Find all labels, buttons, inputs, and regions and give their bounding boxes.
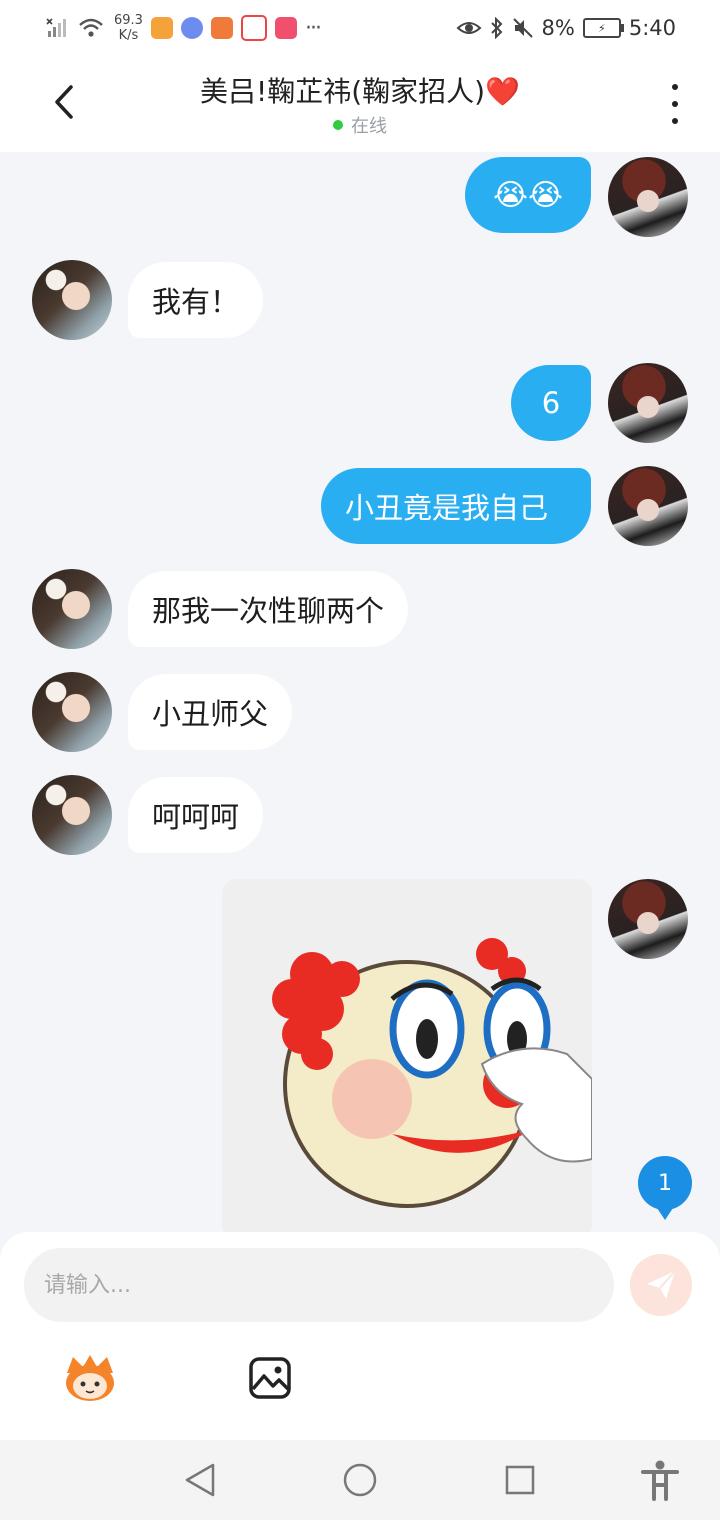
system-navigation-bar bbox=[0, 1440, 720, 1520]
news-app-icon bbox=[240, 15, 267, 41]
paper-plane-icon bbox=[647, 1270, 676, 1299]
nav-recents-button[interactable] bbox=[498, 1458, 542, 1502]
wifi-icon bbox=[79, 18, 103, 37]
my-avatar[interactable] bbox=[608, 879, 688, 959]
clock: 5:40 bbox=[628, 16, 676, 40]
status-left: 69.3 K/s ··· bbox=[46, 10, 322, 46]
image-picker-button[interactable] bbox=[240, 1348, 300, 1408]
my-avatar[interactable] bbox=[608, 363, 688, 443]
message-bubble-outgoing[interactable]: 😭😭 bbox=[465, 157, 591, 233]
eye-icon bbox=[456, 22, 481, 34]
my-avatar[interactable] bbox=[608, 466, 688, 546]
bluetooth-icon bbox=[490, 17, 502, 39]
more-notifications-icon: ··· bbox=[304, 15, 322, 41]
contact-avatar[interactable] bbox=[32, 775, 112, 855]
contact-avatar[interactable] bbox=[32, 672, 112, 752]
message-input[interactable] bbox=[24, 1248, 614, 1322]
more-dot-icon bbox=[672, 101, 678, 107]
online-dot-icon bbox=[333, 120, 343, 130]
shop-app-icon bbox=[274, 17, 297, 39]
video-app-icon bbox=[150, 17, 173, 39]
network-speed: 69.3 K/s bbox=[114, 13, 143, 43]
triangle-back-icon bbox=[185, 1463, 215, 1497]
more-dot-icon bbox=[672, 84, 678, 90]
circle-home-icon bbox=[343, 1463, 377, 1497]
network-speed-unit: K/s bbox=[118, 28, 139, 43]
contact-avatar[interactable] bbox=[32, 569, 112, 649]
nav-home-button[interactable] bbox=[338, 1458, 382, 1502]
battery-icon: ⚡ bbox=[582, 18, 624, 38]
message-list[interactable]: 😭😭 我有！ 6 小丑竟是我自己 那我一次性聊两个 小丑师父 呵呵呵 bbox=[0, 152, 720, 1232]
send-button[interactable] bbox=[630, 1254, 692, 1316]
cellular-signal-icon bbox=[46, 18, 66, 37]
battery-percent: 8% bbox=[541, 16, 575, 40]
online-status: 在线 bbox=[0, 112, 720, 138]
message-bubble-incoming[interactable]: 小丑师父 bbox=[128, 674, 293, 750]
square-recents-icon bbox=[505, 1465, 535, 1495]
accessibility-icon bbox=[641, 1460, 679, 1501]
network-speed-value: 69.3 bbox=[114, 13, 143, 28]
clown-sticker-message[interactable] bbox=[222, 879, 592, 1232]
media-app-icon bbox=[210, 17, 233, 39]
status-right: 8% ⚡ 5:40 bbox=[456, 12, 676, 44]
message-bubble-outgoing[interactable]: 小丑竟是我自己 bbox=[321, 468, 591, 544]
more-options-button[interactable] bbox=[660, 84, 690, 124]
nav-back-button[interactable] bbox=[178, 1458, 222, 1502]
status-bar: 69.3 K/s ··· 8% ⚡ 5:40 bbox=[0, 0, 720, 56]
accessibility-button[interactable] bbox=[638, 1458, 682, 1502]
chat-title: 美吕!鞠芷祎(鞠家招人)❤️ bbox=[200, 75, 520, 108]
image-icon bbox=[249, 1357, 291, 1399]
emoji-sticker-button[interactable] bbox=[60, 1348, 120, 1408]
contact-avatar[interactable] bbox=[32, 260, 112, 340]
chat-header: 美吕!鞠芷祎(鞠家招人)❤️ 在线 bbox=[0, 56, 720, 152]
unread-count-badge[interactable]: 1 bbox=[638, 1156, 692, 1220]
more-dot-icon bbox=[672, 118, 678, 124]
my-avatar[interactable] bbox=[608, 157, 688, 237]
music-app-icon bbox=[180, 17, 203, 39]
input-panel bbox=[0, 1232, 720, 1440]
message-bubble-incoming[interactable]: 呵呵呵 bbox=[128, 777, 264, 853]
message-bubble-outgoing[interactable]: 6 bbox=[511, 365, 591, 441]
mute-icon bbox=[512, 18, 533, 38]
mascot-face-icon bbox=[66, 1355, 114, 1401]
clown-face-icon bbox=[272, 938, 592, 1208]
message-bubble-incoming[interactable]: 那我一次性聊两个 bbox=[128, 571, 409, 647]
message-bubble-incoming[interactable]: 我有！ bbox=[128, 262, 264, 338]
online-status-text: 在线 bbox=[351, 116, 387, 137]
